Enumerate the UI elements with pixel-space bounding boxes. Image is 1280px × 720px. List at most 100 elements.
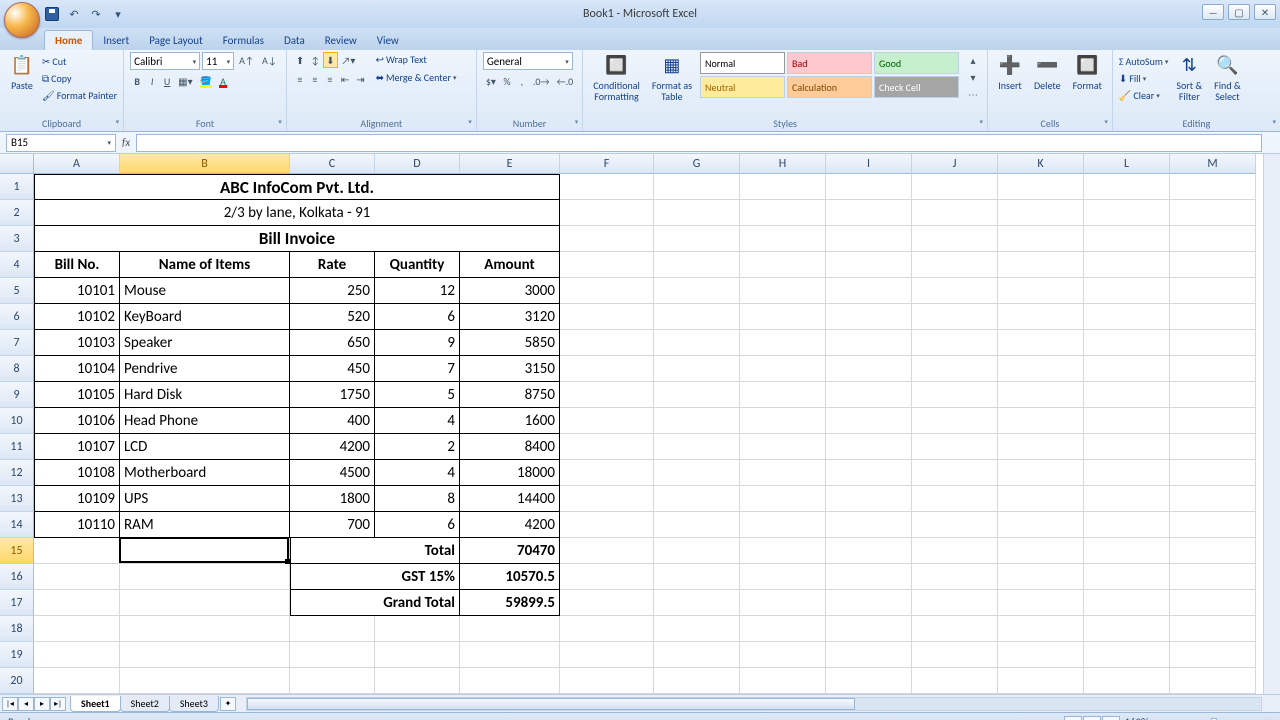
cell[interactable] bbox=[826, 304, 912, 330]
conditional-formatting-button[interactable]: 🔲Conditional Formatting bbox=[589, 52, 644, 104]
cell[interactable]: 4200 bbox=[460, 512, 560, 538]
sheet-tab-sheet1[interactable]: Sheet1 bbox=[70, 696, 121, 712]
cell[interactable] bbox=[912, 486, 998, 512]
column-header-L[interactable]: L bbox=[1084, 154, 1170, 174]
column-header-K[interactable]: K bbox=[998, 154, 1084, 174]
cell[interactable] bbox=[654, 512, 740, 538]
font-color-button[interactable]: A bbox=[216, 73, 230, 89]
cell[interactable] bbox=[560, 174, 654, 200]
cell[interactable] bbox=[998, 486, 1084, 512]
percent-button[interactable]: % bbox=[500, 73, 514, 89]
cell[interactable]: Bill No. bbox=[34, 252, 120, 278]
cell[interactable] bbox=[826, 278, 912, 304]
cell[interactable] bbox=[998, 252, 1084, 278]
cell[interactable] bbox=[912, 512, 998, 538]
cell[interactable]: 5850 bbox=[460, 330, 560, 356]
cell[interactable] bbox=[740, 486, 826, 512]
cell[interactable] bbox=[912, 616, 998, 642]
cell[interactable]: 10103 bbox=[34, 330, 120, 356]
tab-insert[interactable]: Insert bbox=[93, 31, 139, 50]
cell[interactable]: 4 bbox=[375, 408, 460, 434]
cell[interactable] bbox=[1170, 538, 1256, 564]
cell[interactable] bbox=[1084, 304, 1170, 330]
sort-filter-button[interactable]: ⇅Sort & Filter bbox=[1172, 52, 1206, 104]
spreadsheet-grid[interactable]: ABCDEFGHIJKLM 12345678910111213141516171… bbox=[0, 154, 1280, 694]
cell[interactable] bbox=[654, 382, 740, 408]
cell[interactable]: 3150 bbox=[460, 356, 560, 382]
align-left-button[interactable]: ≡ bbox=[293, 71, 307, 87]
cell[interactable] bbox=[460, 642, 560, 668]
cell[interactable] bbox=[1170, 460, 1256, 486]
cell[interactable] bbox=[826, 642, 912, 668]
sheet-tab-sheet2[interactable]: Sheet2 bbox=[120, 696, 170, 712]
cell[interactable] bbox=[560, 538, 654, 564]
cell[interactable] bbox=[826, 460, 912, 486]
cell[interactable]: 4 bbox=[375, 460, 460, 486]
cell[interactable] bbox=[1084, 278, 1170, 304]
cell[interactable] bbox=[826, 252, 912, 278]
increase-decimal-button[interactable]: .0→ bbox=[530, 73, 553, 89]
cell[interactable]: 18000 bbox=[460, 460, 560, 486]
cell[interactable]: 3120 bbox=[460, 304, 560, 330]
cell[interactable] bbox=[1084, 642, 1170, 668]
cell[interactable]: 8400 bbox=[460, 434, 560, 460]
cell[interactable]: KeyBoard bbox=[120, 304, 290, 330]
fill-button[interactable]: ⬇Fill ▾ bbox=[1119, 72, 1169, 85]
cell[interactable] bbox=[1084, 486, 1170, 512]
cell[interactable] bbox=[1084, 512, 1170, 538]
cell[interactable] bbox=[654, 304, 740, 330]
cell[interactable] bbox=[912, 434, 998, 460]
cell[interactable] bbox=[1084, 200, 1170, 226]
cell[interactable] bbox=[375, 642, 460, 668]
row-header-1[interactable]: 1 bbox=[0, 174, 34, 200]
cell[interactable] bbox=[740, 408, 826, 434]
cell[interactable] bbox=[826, 668, 912, 694]
sheet-nav-next[interactable]: ▸ bbox=[34, 697, 50, 711]
cell[interactable] bbox=[826, 512, 912, 538]
cell[interactable] bbox=[34, 668, 120, 694]
autosum-button[interactable]: ΣAutoSum ▾ bbox=[1119, 55, 1169, 68]
cell[interactable] bbox=[826, 330, 912, 356]
hscroll-thumb[interactable] bbox=[247, 698, 855, 710]
cell[interactable] bbox=[1084, 408, 1170, 434]
cell[interactable] bbox=[998, 512, 1084, 538]
formula-input[interactable] bbox=[136, 134, 1262, 152]
cell[interactable] bbox=[654, 668, 740, 694]
cell[interactable] bbox=[740, 668, 826, 694]
cell[interactable] bbox=[654, 226, 740, 252]
cell[interactable] bbox=[1170, 590, 1256, 616]
cell[interactable] bbox=[654, 590, 740, 616]
cell[interactable] bbox=[560, 564, 654, 590]
cell[interactable]: Motherboard bbox=[120, 460, 290, 486]
row-header-10[interactable]: 10 bbox=[0, 408, 34, 434]
cell[interactable] bbox=[120, 538, 290, 564]
number-format-selector[interactable]: General▾ bbox=[483, 52, 573, 70]
cell[interactable] bbox=[375, 616, 460, 642]
cell[interactable] bbox=[740, 174, 826, 200]
cell[interactable] bbox=[34, 590, 120, 616]
cell[interactable] bbox=[912, 200, 998, 226]
cell[interactable] bbox=[740, 356, 826, 382]
cell[interactable] bbox=[912, 330, 998, 356]
grow-font-button[interactable]: A↑ bbox=[236, 52, 257, 68]
cell[interactable] bbox=[998, 330, 1084, 356]
close-button[interactable]: ✕ bbox=[1254, 4, 1276, 20]
cell[interactable] bbox=[740, 278, 826, 304]
cell[interactable] bbox=[912, 252, 998, 278]
cell[interactable] bbox=[560, 590, 654, 616]
cell[interactable]: Head Phone bbox=[120, 408, 290, 434]
name-box[interactable]: B15▾ bbox=[6, 134, 116, 152]
cell[interactable]: Amount bbox=[460, 252, 560, 278]
cell[interactable] bbox=[120, 668, 290, 694]
cell[interactable] bbox=[912, 668, 998, 694]
view-normal-button[interactable] bbox=[1064, 716, 1082, 720]
cell[interactable] bbox=[120, 590, 290, 616]
cell[interactable] bbox=[1084, 668, 1170, 694]
row-header-2[interactable]: 2 bbox=[0, 200, 34, 226]
column-header-B[interactable]: B bbox=[120, 154, 290, 174]
sheet-nav-prev[interactable]: ◂ bbox=[18, 697, 34, 711]
cell[interactable] bbox=[1084, 564, 1170, 590]
tab-home[interactable]: Home bbox=[44, 30, 93, 50]
cell[interactable] bbox=[1170, 642, 1256, 668]
cell[interactable] bbox=[1170, 356, 1256, 382]
